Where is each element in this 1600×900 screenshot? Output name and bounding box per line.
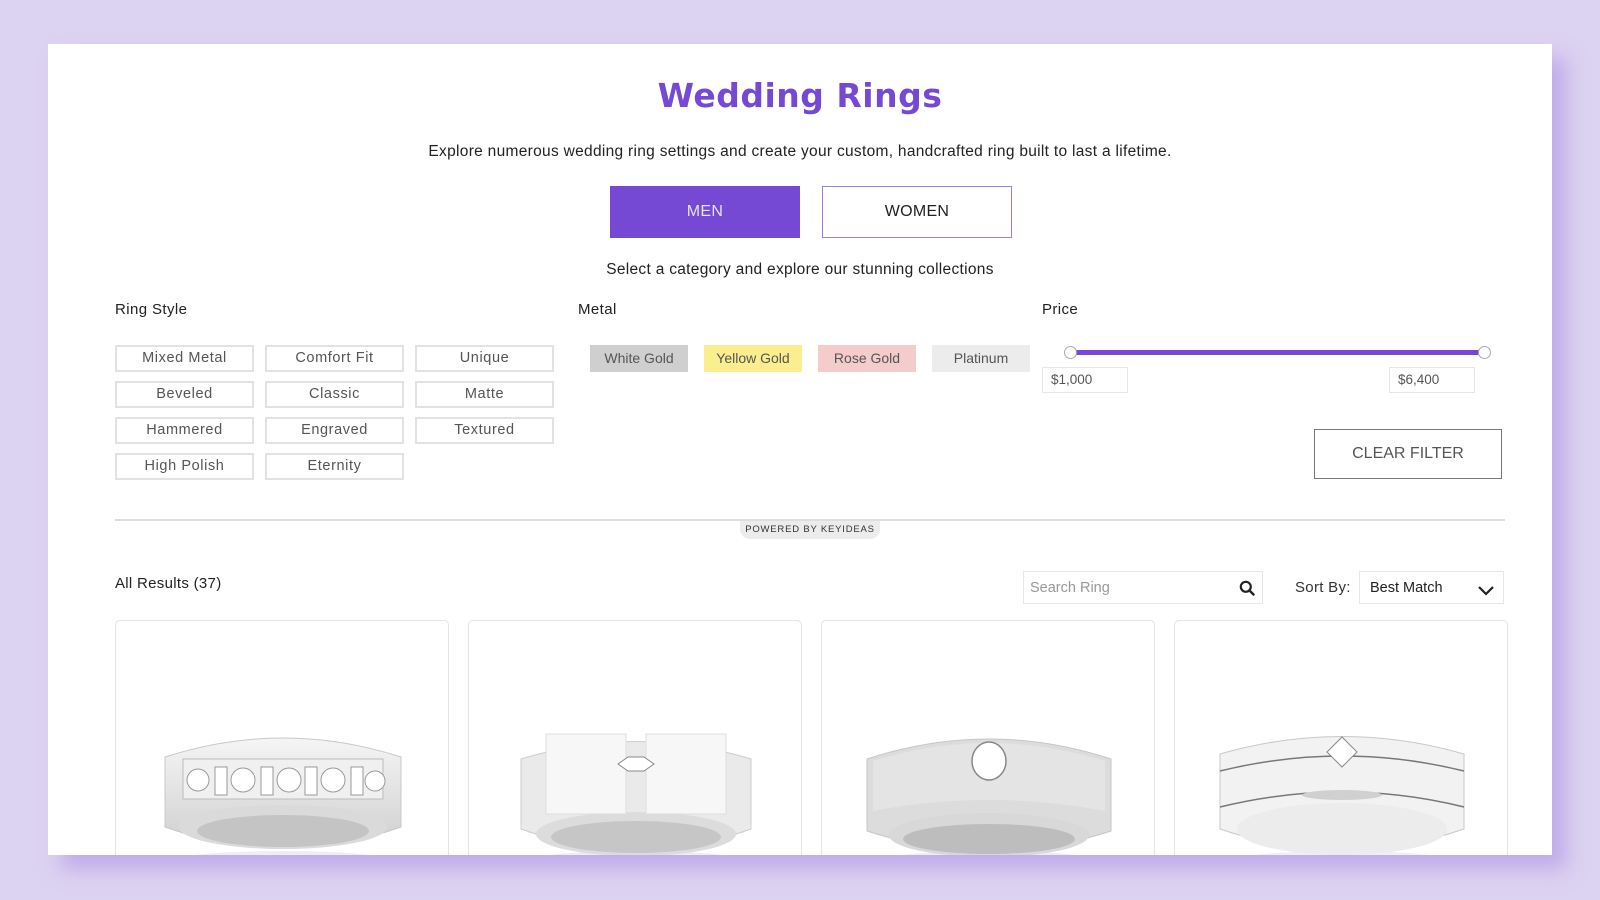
ring-style-eternity[interactable]: Eternity: [265, 453, 404, 480]
women-button[interactable]: WOMEN: [822, 186, 1012, 238]
category-note: Select a category and explore our stunni…: [606, 261, 994, 278]
metal-white-gold[interactable]: White Gold: [590, 345, 688, 372]
men-button[interactable]: MEN: [610, 186, 800, 238]
search-ring-input[interactable]: [1024, 579, 1232, 596]
metal-options: White Gold Yellow Gold Rose Gold Platinu…: [590, 345, 1030, 372]
sort-by-label: Sort By:: [1295, 579, 1351, 596]
ring-style-mixed-metal[interactable]: Mixed Metal: [115, 345, 254, 372]
product-card[interactable]: [115, 620, 449, 855]
metal-label: Metal: [578, 301, 617, 318]
page-subtitle: Explore numerous wedding ring settings a…: [428, 143, 1172, 160]
sort-by-value: Best Match: [1370, 580, 1443, 596]
ring-style-matte[interactable]: Matte: [415, 381, 554, 408]
price-slider-min-handle[interactable]: [1064, 346, 1077, 359]
ring-style-beveled[interactable]: Beveled: [115, 381, 254, 408]
price-slider-fill: [1070, 350, 1484, 355]
sort-by-select[interactable]: Best Match: [1359, 571, 1504, 604]
product-card[interactable]: [468, 620, 802, 855]
product-card[interactable]: [1174, 620, 1508, 855]
ring-style-engraved[interactable]: Engraved: [265, 417, 404, 444]
metal-rose-gold[interactable]: Rose Gold: [818, 345, 916, 372]
ring-style-hammered[interactable]: Hammered: [115, 417, 254, 444]
ring-style-label: Ring Style: [115, 301, 188, 318]
product-card[interactable]: [821, 620, 1155, 855]
ring-style-high-polish[interactable]: High Polish: [115, 453, 254, 480]
search-icon[interactable]: [1232, 573, 1262, 603]
page-container: Wedding Rings Explore numerous wedding r…: [48, 44, 1552, 855]
price-max-input[interactable]: $6,400: [1389, 367, 1475, 393]
page-title: Wedding Rings: [657, 76, 943, 115]
ring-style-options: Mixed Metal Comfort Fit Unique Beveled C…: [115, 345, 555, 480]
ring-style-unique[interactable]: Unique: [415, 345, 554, 372]
clear-filter-button[interactable]: CLEAR FILTER: [1314, 429, 1502, 479]
ring-image-brushed-bezel: [866, 738, 1112, 855]
price-min-input[interactable]: $1,000: [1042, 367, 1128, 393]
ring-style-textured[interactable]: Textured: [415, 417, 554, 444]
price-label: Price: [1042, 301, 1079, 318]
price-slider[interactable]: [1064, 346, 1491, 359]
product-grid: [115, 620, 1508, 855]
ring-image-tension-set: [520, 733, 752, 855]
ring-image-channel-set: [164, 737, 402, 855]
chevron-down-icon: [1477, 579, 1495, 612]
search-ring-field[interactable]: [1023, 571, 1263, 604]
metal-platinum[interactable]: Platinum: [932, 345, 1030, 372]
price-slider-max-handle[interactable]: [1478, 346, 1491, 359]
ring-style-classic[interactable]: Classic: [265, 381, 404, 408]
powered-by-badge: POWERED BY KEYIDEAS: [740, 521, 880, 539]
results-count: All Results (37): [115, 575, 222, 592]
price-slider-track: [1070, 350, 1484, 355]
metal-yellow-gold[interactable]: Yellow Gold: [704, 345, 802, 372]
ring-image-princess-cut: [1219, 736, 1465, 855]
ring-style-comfort-fit[interactable]: Comfort Fit: [265, 345, 404, 372]
